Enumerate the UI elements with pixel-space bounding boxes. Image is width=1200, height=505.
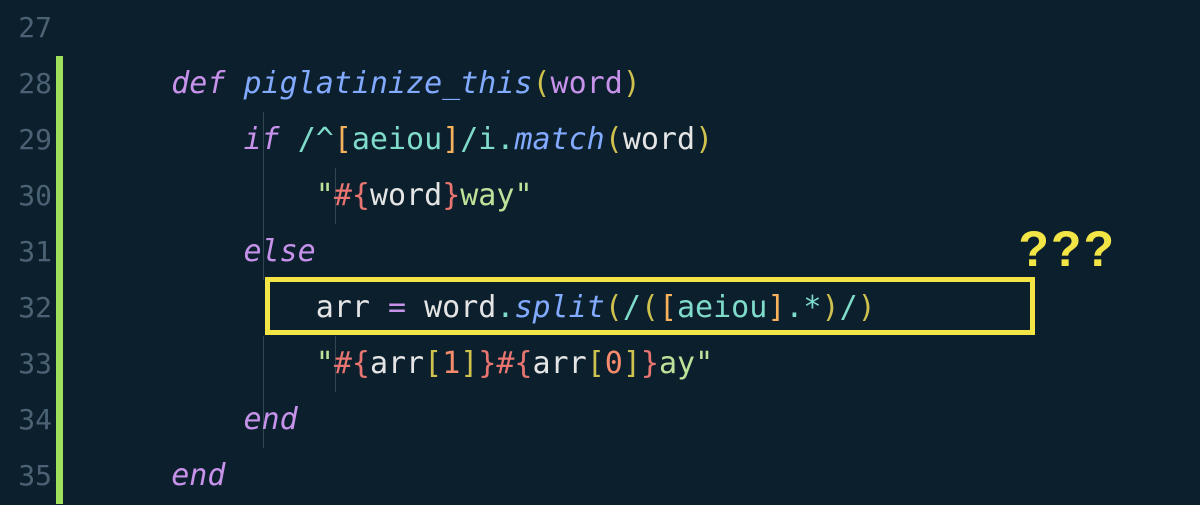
string-text: ay [659,346,695,381]
code-area[interactable]: def piglatinize_this(word) if /^[aeiou]/… [63,0,1200,505]
function-name: piglatinize_this [244,66,533,101]
code-editor: 27 28 29 30 31 32 33 34 35 def piglatini… [0,0,1200,505]
indent-guide [263,392,264,448]
indent-guide [263,336,264,392]
string-quote: " [514,178,532,213]
indent-guide [335,168,336,224]
regex-delim: / [840,290,858,325]
annotation-question-marks: ??? [1018,220,1116,278]
regex-delim: / [623,290,641,325]
regex-bracket: ] [442,122,460,157]
bracket-open: [ [424,346,442,381]
parameter: word [551,66,623,101]
code-line[interactable]: arr = word.split(/([aeiou].*)/) [99,280,1200,336]
variable: word [370,178,442,213]
number: 1 [442,346,460,381]
string-quote: " [316,178,334,213]
regex-bracket: [ [334,122,352,157]
regex-bracket: ] [767,290,785,325]
indent-guide [263,224,264,280]
interp-close: } [641,346,659,381]
interp-close: } [442,178,460,213]
string-quote: " [316,346,334,381]
variable: arr [370,346,424,381]
code-line[interactable]: "#{arr[1]}#{arr[0]}ay" [99,336,1200,392]
regex-literal: /i [460,122,496,157]
code-line[interactable]: "#{word}way" [99,168,1200,224]
line-number: 28 [0,56,52,112]
variable: word [424,290,496,325]
line-number-gutter: 27 28 29 30 31 32 33 34 35 [0,0,56,505]
variable: arr [533,346,587,381]
paren-open: ( [605,290,623,325]
code-line[interactable] [99,0,1200,56]
string-text: way [460,178,514,213]
line-number: 34 [0,392,52,448]
keyword-else: else [244,234,316,269]
line-number: 32 [0,280,52,336]
regex-group-open: ( [641,290,659,325]
paren-close: ) [858,290,876,325]
interp-open: #{ [334,346,370,381]
bracket-close: ] [460,346,478,381]
string-quote: " [695,346,713,381]
dot: . [496,122,514,157]
bracket-close: ] [623,346,641,381]
keyword-if: if [244,122,298,157]
variable: arr [316,290,370,325]
interp-close: } [478,346,496,381]
variable: word [623,122,695,157]
indent-guide [335,336,336,392]
regex-group-close: ) [822,290,840,325]
regex-bracket: [ [659,290,677,325]
interp-open: #{ [496,346,532,381]
regex-rest: .* [785,290,821,325]
paren-close: ) [623,66,641,101]
paren-open: ( [532,66,550,101]
keyword-def: def [171,66,243,101]
line-number: 30 [0,168,52,224]
line-number: 27 [0,0,52,56]
line-number: 31 [0,224,52,280]
keyword-end: end [171,458,225,493]
keyword-end: end [244,402,298,437]
operator-assign: = [370,290,424,325]
method-split: split [514,290,604,325]
paren-close: ) [695,122,713,157]
regex-literal: /^ [298,122,334,157]
line-number: 35 [0,448,52,504]
line-number: 29 [0,112,52,168]
line-number: 33 [0,336,52,392]
method-match: match [514,122,604,157]
dot: . [496,290,514,325]
number: 0 [605,346,623,381]
bracket-open: [ [587,346,605,381]
indent-guide [263,168,264,224]
paren-open: ( [605,122,623,157]
code-line[interactable]: end [99,392,1200,448]
regex-chars: aeiou [352,122,442,157]
interp-open: #{ [334,178,370,213]
git-change-indicator [56,56,63,504]
regex-chars: aeiou [677,290,767,325]
code-line[interactable]: end [99,448,1200,504]
code-line[interactable]: def piglatinize_this(word) [99,56,1200,112]
indent-guide [263,112,264,168]
code-line[interactable]: if /^[aeiou]/i.match(word) [99,112,1200,168]
